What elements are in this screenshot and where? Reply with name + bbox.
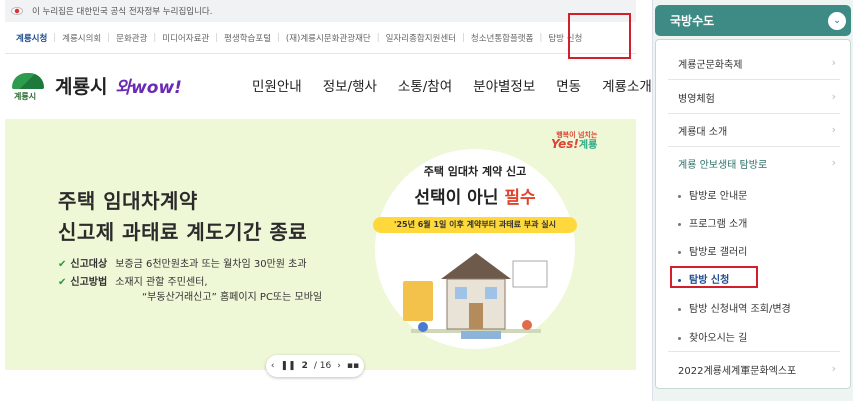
pager-total: / 16 — [313, 361, 332, 371]
sidebar-title: 국방수도 — [670, 14, 715, 28]
site-logo[interactable]: 계룡시 계룡시 와wow! — [9, 67, 182, 103]
banner-title-line2: 신고제 과태료 계도기간 종료 — [58, 220, 308, 244]
sidebar-item-gyeryongdae[interactable]: 계룡대 소개 › — [678, 123, 836, 138]
highlight-box-sidebar-request — [670, 266, 758, 288]
browser-viewport: 이 누리집은 대한민국 공식 전자정부 누리집입니다. 계룡시청 | 계룡시의회… — [0, 0, 854, 401]
related-sites-bar: 계룡시청 | 계룡시의회 | 문화관광 | 미디어자료관 | 평생학습포털 | … — [5, 22, 636, 54]
chevron-right-icon: › — [831, 123, 836, 136]
chevron-right-icon: › — [831, 362, 836, 375]
main-nav: 민원안내 정보/행사 소통/참여 분야별정보 면동 계룡소개 — [252, 55, 673, 115]
nav-about[interactable]: 계룡소개 — [602, 75, 652, 95]
sidebar-item-barracks[interactable]: 병영체험 › — [678, 90, 836, 105]
banner-title-line1: 주택 임대차계약 — [58, 189, 198, 213]
sidebar-sub-request-lookup[interactable]: 탐방 신청내역 조회/변경 — [678, 300, 791, 315]
highlight-box-tour-tab — [568, 13, 631, 59]
site-tab-council[interactable]: 계룡시의회 — [62, 32, 101, 44]
gov-notice-text: 이 누리집은 대한민국 공식 전자정부 누리집입니다. — [32, 7, 213, 17]
sidebar-sub-directions[interactable]: 찾아오시는 길 — [678, 329, 747, 344]
chevron-right-icon: › — [831, 56, 836, 69]
site-tab-culture-foundation[interactable]: (재)계룡시문화관광재단 — [286, 32, 371, 44]
chevron-down-icon[interactable]: ⌄ — [828, 12, 846, 30]
grid-view-icon[interactable]: ▪▪ — [347, 361, 359, 371]
divider: | — [376, 32, 380, 43]
chevron-right-icon: › — [831, 90, 836, 103]
circle-date-note: '25년 6월 1일 이후 계약부터 과태료 부과 실시 — [373, 217, 577, 233]
sidebar-header[interactable]: 국방수도 ⌄ — [655, 5, 851, 36]
city-emblem-icon: 계룡시 — [9, 67, 47, 103]
site-tab-job-center[interactable]: 일자리종합지원센터 — [386, 32, 456, 44]
site-tab-lifelong-learning[interactable]: 평생학습포털 — [224, 32, 271, 44]
pager-current: 2 — [301, 361, 308, 371]
prev-arrow-icon[interactable]: ‹ — [271, 361, 275, 371]
pause-icon[interactable]: ❚❚ — [281, 361, 296, 371]
site-tab-youth-platform[interactable]: 청소년통합플랫폼 — [471, 32, 534, 44]
sidebar-sub-program[interactable]: 프로그램 소개 — [678, 215, 747, 230]
divider: | — [53, 32, 57, 43]
nav-districts[interactable]: 면동 — [556, 75, 581, 95]
divider: | — [215, 32, 219, 43]
divider: | — [107, 32, 111, 43]
sidebar-item-festival[interactable]: 계룡군문화축제 › — [678, 56, 836, 71]
circle-main-text: 선택이 아닌 필수 — [414, 188, 536, 208]
nav-field-info[interactable]: 분야별정보 — [473, 75, 535, 95]
korean-flag-icon — [11, 7, 23, 15]
nav-civil-service[interactable]: 민원안내 — [252, 75, 302, 95]
main-banner[interactable]: 주택 임대차계약 신고제 과태료 계도기간 종료 ✔ 신고대상 보증금 6천만원초과… — [5, 119, 636, 370]
nav-participation[interactable]: 소통/참여 — [398, 75, 452, 95]
banner-row-method: ✔ 신고방법 소재지 관할 주민센터, — [58, 277, 208, 288]
sidebar-menu: 계룡군문화축제 › 병영체험 › 계룡대 소개 › 계룡 안보생태 탐방로 › 탐방로 … — [655, 39, 851, 389]
yes-gyeryong-logo: 행복이 넘치는 Yes!계룡 — [551, 131, 598, 151]
site-tab-culture-tourism[interactable]: 문화관광 — [116, 32, 147, 44]
chevron-right-icon: › — [831, 156, 836, 169]
divider: | — [153, 32, 157, 43]
bullet-icon — [678, 250, 681, 254]
check-icon: ✔ — [58, 277, 67, 288]
bullet-icon — [678, 194, 681, 198]
divider: | — [539, 32, 543, 43]
divider: | — [277, 32, 280, 43]
bullet-icon — [678, 336, 681, 340]
sidebar-sub-guide[interactable]: 탐방로 안내문 — [678, 187, 747, 202]
sidebar: 국방수도 ⌄ 계룡군문화축제 › 병영체험 › 계룡대 소개 › 계룡 안보생태 탐방… — [652, 0, 853, 401]
circle-headline: 주택 임대차 계약 신고 — [423, 165, 527, 178]
site-tab-city-hall[interactable]: 계룡시청 — [16, 32, 47, 44]
site-header: 계룡시 계룡시 와wow! 민원안내 정보/행사 소통/참여 분야별정보 면동 … — [5, 55, 652, 115]
next-arrow-icon[interactable]: › — [337, 361, 341, 371]
gov-notice-bar: 이 누리집은 대한민국 공식 전자정부 누리집입니다. — [5, 0, 636, 22]
sidebar-item-eco-trail[interactable]: 계룡 안보생태 탐방로 › — [678, 156, 836, 171]
banner-row-method-cont: “부동산거래신고” 홈페이지 PC또는 모바일 — [142, 292, 323, 303]
slogan-logo: 와wow! — [115, 77, 182, 98]
logo-text: 계룡시 — [55, 75, 108, 98]
sidebar-sub-gallery[interactable]: 탐방로 갤러리 — [678, 243, 747, 258]
banner-pager: ‹ ❚❚ 2 / 16 › ▪▪ — [266, 355, 364, 377]
bullet-icon — [678, 222, 681, 226]
house-illustration — [403, 253, 548, 339]
site-tab-media-archive[interactable]: 미디어자료관 — [162, 32, 209, 44]
bullet-icon — [678, 307, 681, 311]
nav-info-events[interactable]: 정보/행사 — [323, 75, 377, 95]
sidebar-item-expo[interactable]: 2022계룡세계軍문화엑스포 › — [678, 362, 836, 377]
divider: | — [462, 32, 465, 43]
check-icon: ✔ — [58, 259, 67, 270]
banner-row-target: ✔ 신고대상 보증금 6천만원초과 또는 월차임 30만원 초과 — [58, 259, 307, 270]
